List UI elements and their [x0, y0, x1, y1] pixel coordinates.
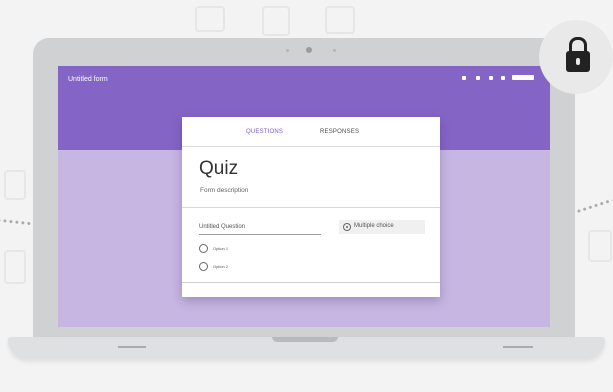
- background-doodle: [262, 6, 290, 36]
- laptop-screen: Untitled form QUESTIONS RESPONSES Quiz F…: [58, 66, 550, 327]
- more-dots-icon[interactable]: [462, 76, 466, 80]
- laptop-base-notch: [272, 337, 338, 342]
- question-type-label: Multiple choice: [354, 223, 394, 229]
- radio-icon: [343, 223, 351, 231]
- laptop-foot: [503, 346, 533, 348]
- option-radio[interactable]: [199, 262, 208, 271]
- background-doodle: [325, 6, 355, 34]
- tab-divider: [182, 146, 440, 147]
- question-title[interactable]: Untitled Question: [199, 224, 245, 230]
- lock-keyhole: [576, 58, 580, 65]
- background-doodle: [195, 6, 225, 32]
- form-card: QUESTIONS RESPONSES Quiz Form descriptio…: [182, 117, 440, 297]
- section-divider: [182, 207, 440, 208]
- background-doodle: [588, 230, 612, 262]
- background-doodle: [4, 250, 26, 284]
- question-underline: [199, 234, 321, 235]
- background-doodle: [4, 170, 26, 200]
- tab-responses[interactable]: RESPONSES: [320, 129, 359, 135]
- option-label[interactable]: Option 1: [213, 246, 228, 251]
- more-dots-icon[interactable]: [501, 76, 505, 80]
- tab-questions[interactable]: QUESTIONS: [246, 129, 283, 135]
- more-dots-icon[interactable]: [489, 76, 493, 80]
- card-bottom-divider: [182, 282, 440, 283]
- form-description[interactable]: Form description: [200, 187, 248, 194]
- camera: [306, 47, 312, 53]
- send-button[interactable]: [512, 75, 534, 80]
- form-title[interactable]: Quiz: [199, 158, 238, 180]
- option-radio[interactable]: [199, 244, 208, 253]
- question-type-dropdown[interactable]: Multiple choice: [339, 220, 425, 234]
- camera-indicator: [333, 49, 336, 52]
- camera-indicator: [286, 49, 289, 52]
- option-label[interactable]: Option 2: [213, 264, 228, 269]
- more-dots-icon[interactable]: [476, 76, 480, 80]
- form-name[interactable]: Untitled form: [68, 76, 108, 83]
- laptop-foot: [118, 346, 146, 348]
